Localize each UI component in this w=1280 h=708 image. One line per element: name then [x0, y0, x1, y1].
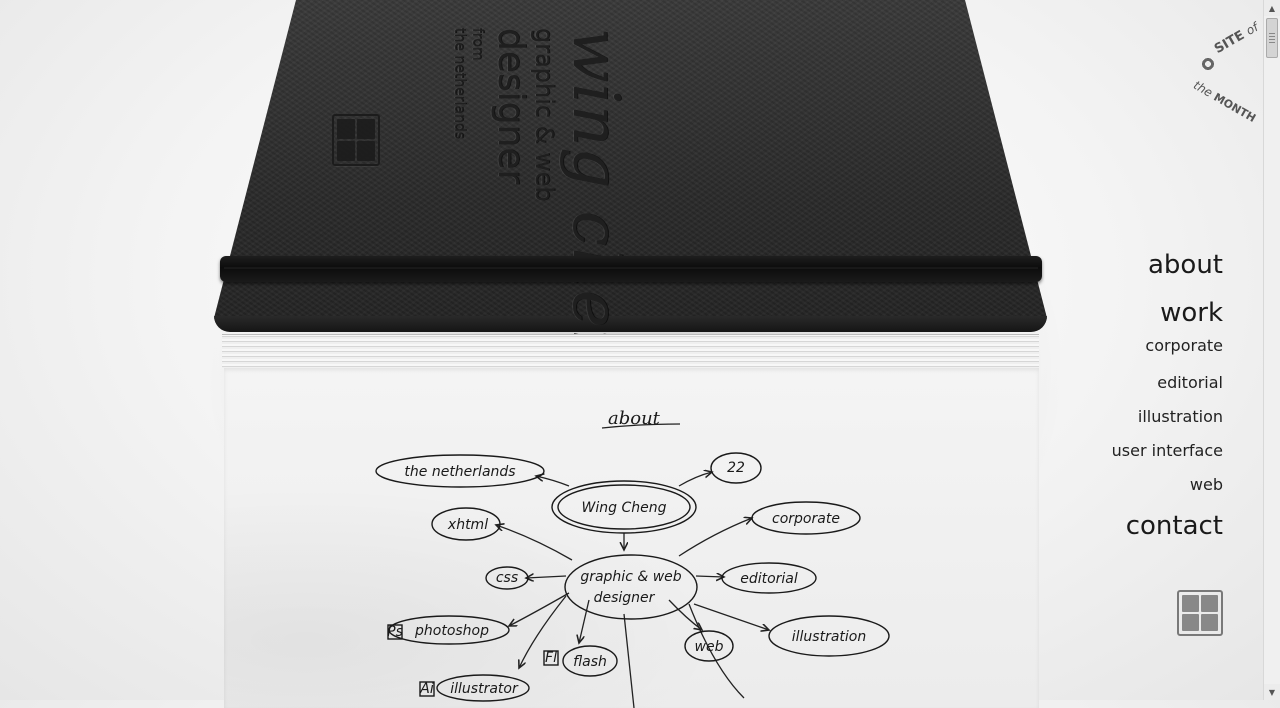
- mindmap-node-xhtml: xhtml: [447, 517, 488, 533]
- vertical-scrollbar[interactable]: ▲ ▼: [1263, 0, 1280, 700]
- nav-work-corporate[interactable]: corporate: [1112, 336, 1223, 356]
- mindmap-node-illustration: illustration: [792, 629, 866, 645]
- nav-work-illustration[interactable]: illustration: [1112, 407, 1223, 427]
- illustrator-tag-icon: Ai: [419, 681, 434, 697]
- main-nav: about work corporate editorial illustrat…: [1112, 248, 1223, 543]
- mindmap-center: Wing Cheng: [582, 500, 667, 516]
- scroll-down-button[interactable]: ▼: [1264, 684, 1280, 700]
- flash-tag-icon: Fl: [545, 650, 557, 666]
- nav-contact[interactable]: contact: [1112, 509, 1223, 543]
- mindmap-node-country: the netherlands: [404, 464, 515, 480]
- site-of-the-month-badge[interactable]: SITE of the MONTH: [1191, 20, 1266, 126]
- mindmap-node-editorial: editorial: [740, 571, 798, 587]
- mindmap-node-web: web: [695, 639, 724, 655]
- nav-work-user-interface[interactable]: user interface: [1112, 441, 1223, 461]
- nav-work-editorial[interactable]: editorial: [1112, 373, 1223, 393]
- mindmap-node-css: css: [496, 570, 518, 586]
- nav-about[interactable]: about: [1112, 248, 1223, 282]
- gear-icon: [1201, 57, 1215, 71]
- badge-the-month: the MONTH: [1191, 78, 1258, 126]
- mindmap-role-line1: graphic & web: [580, 569, 681, 585]
- cover-seal-icon: [332, 114, 380, 166]
- seal-logo-icon: [1177, 590, 1223, 636]
- nav-work[interactable]: work: [1112, 296, 1223, 330]
- mindmap-node-photoshop: photoshop: [414, 623, 489, 639]
- page-stack: [222, 334, 1039, 368]
- mindmap-title: about: [608, 408, 661, 429]
- notebook-elastic-band: [220, 256, 1042, 282]
- badge-site-of: SITE of: [1212, 19, 1261, 57]
- mindmap-node-age: 22: [727, 460, 745, 476]
- photoshop-tag-icon: Ps: [387, 624, 403, 640]
- scroll-up-button[interactable]: ▲: [1264, 0, 1280, 16]
- about-mindmap: about Wing Cheng graphic & web designer …: [375, 408, 890, 708]
- mindmap-node-illustrator: illustrator: [450, 681, 519, 697]
- mindmap-node-flash: flash: [573, 654, 607, 670]
- mindmap-node-corporate: corporate: [772, 511, 840, 527]
- mindmap-role-line2: designer: [594, 590, 656, 606]
- scrollbar-thumb[interactable]: [1266, 18, 1278, 58]
- nav-work-web[interactable]: web: [1112, 475, 1223, 495]
